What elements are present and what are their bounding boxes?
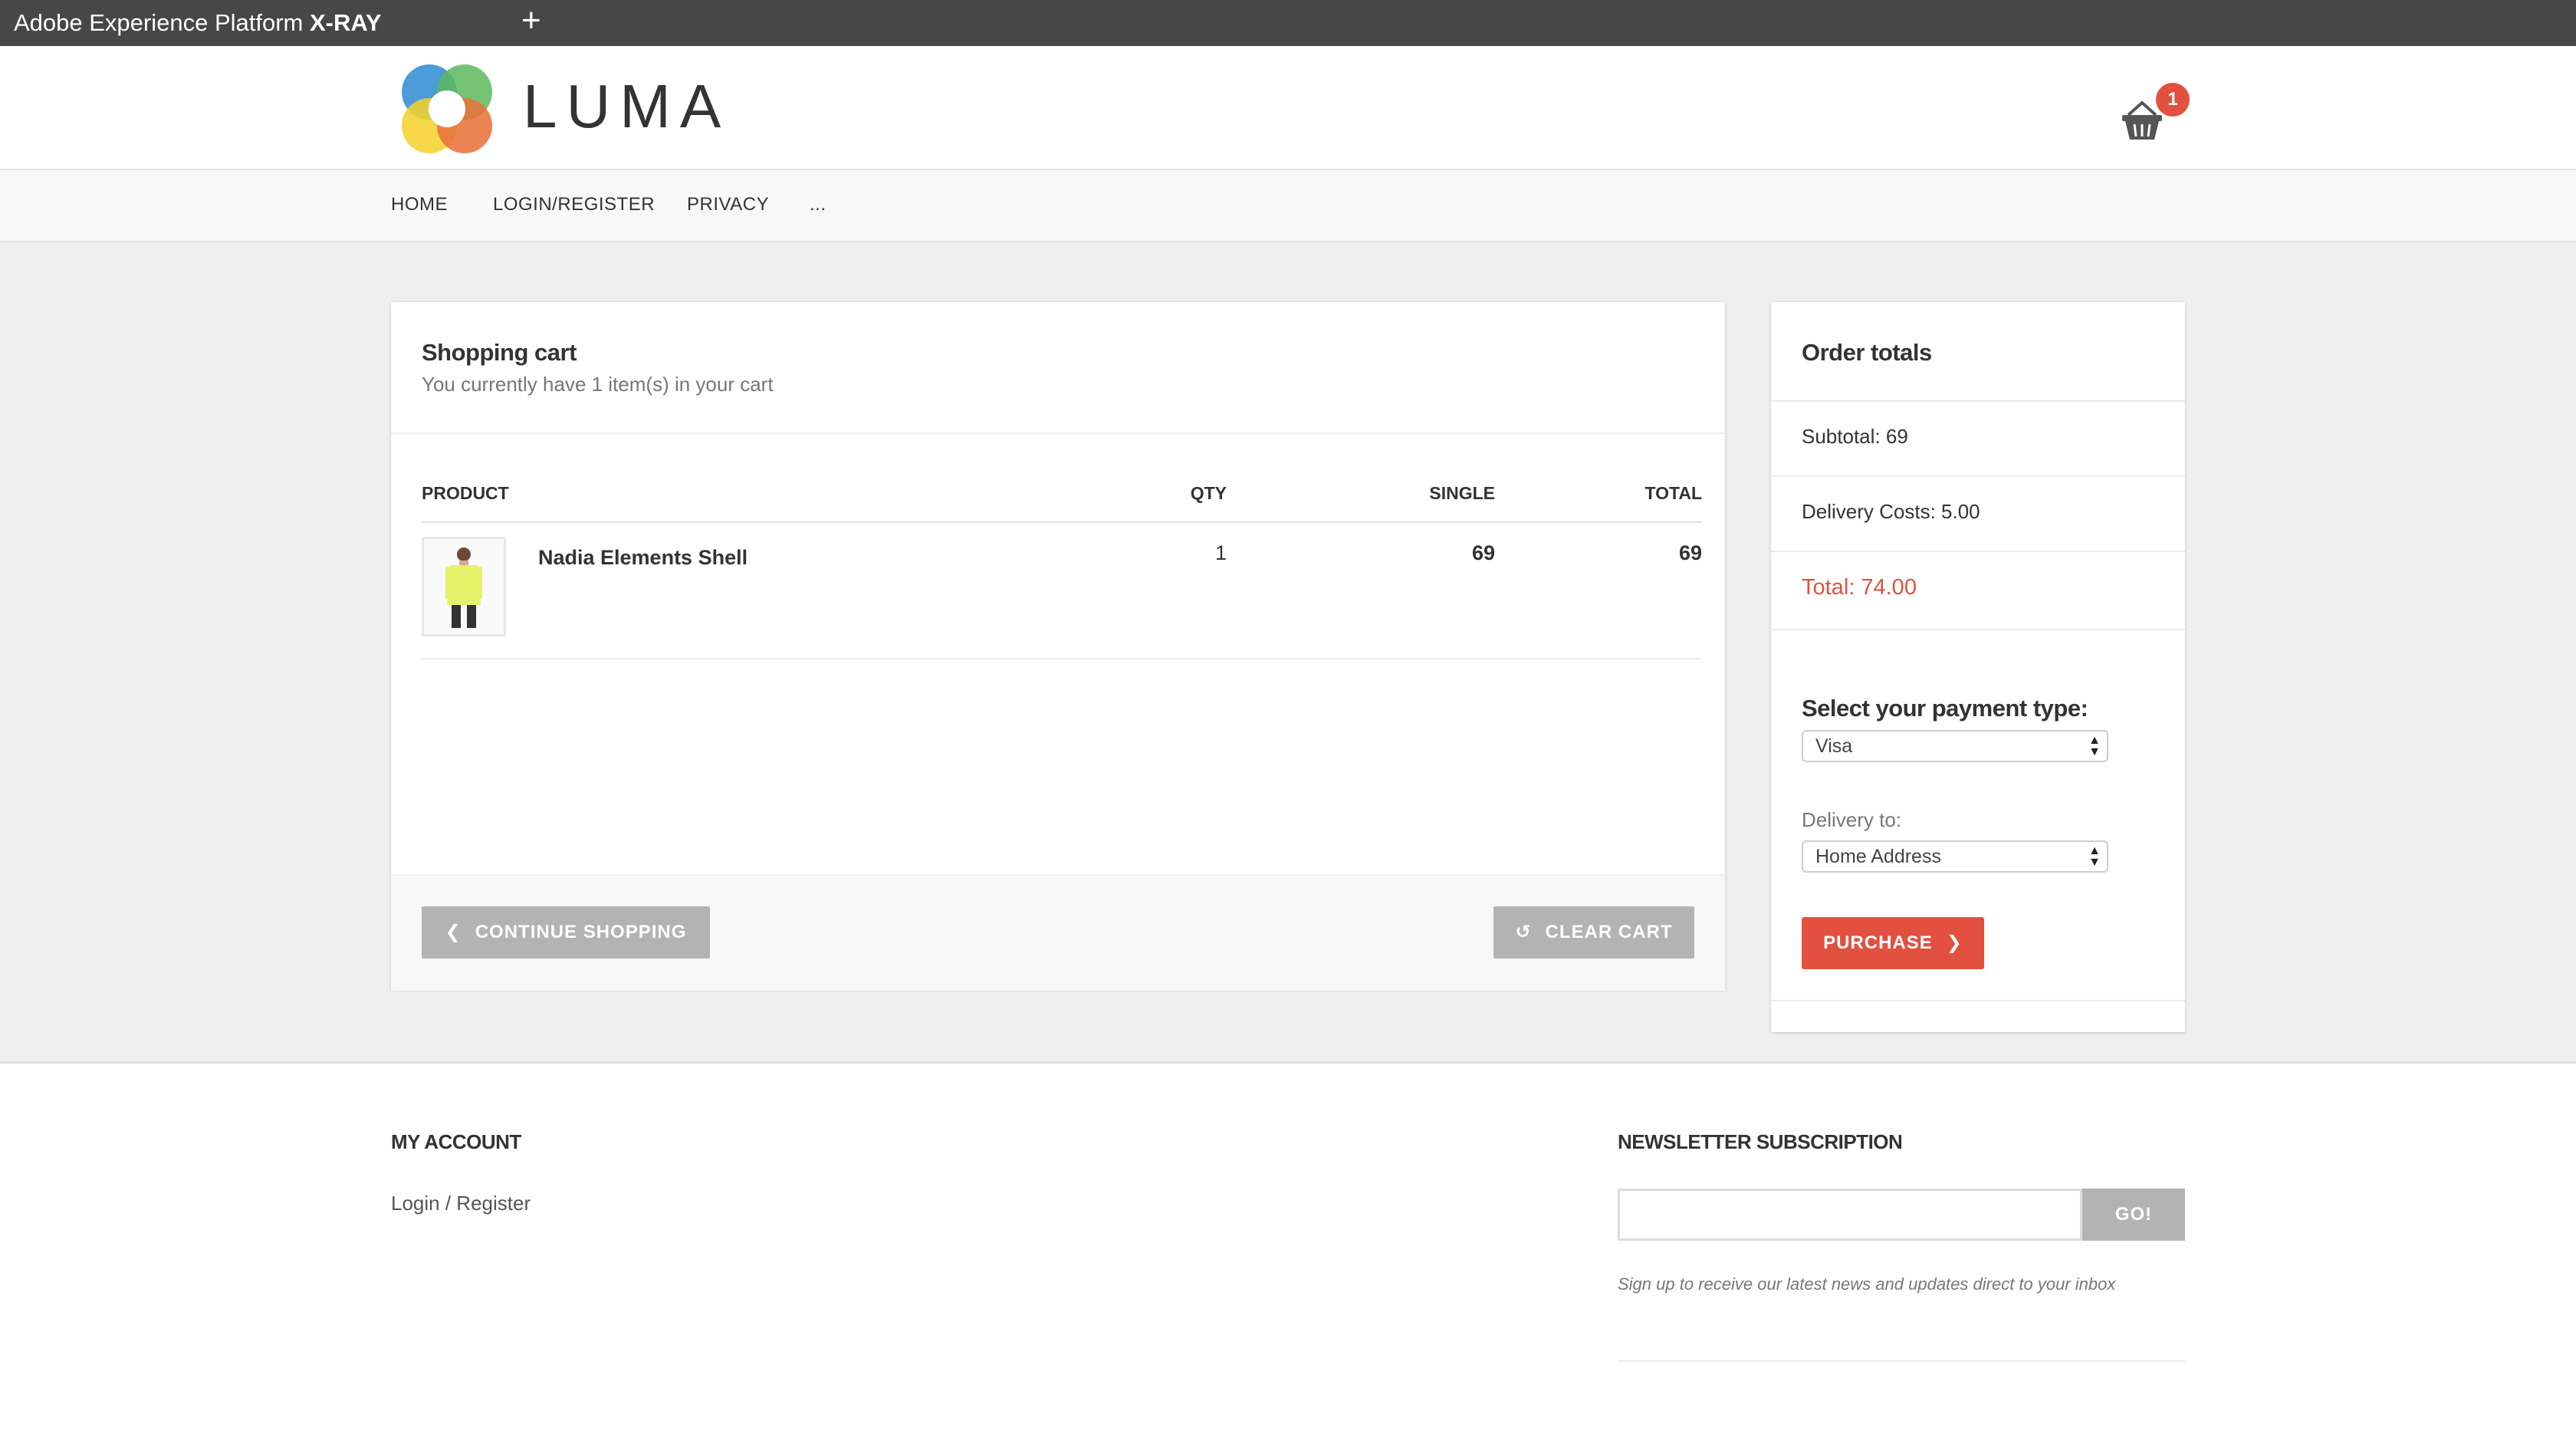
delivery-costs: Delivery Costs: 5.00 xyxy=(1802,500,1980,523)
order-totals-title: Order totals xyxy=(1802,339,1932,366)
column-header-total: TOTAL xyxy=(1644,483,1702,503)
shopping-cart-card: Shopping cart You currently have 1 item(… xyxy=(391,302,1725,991)
payment-type-label: Select your payment type: xyxy=(1802,695,2088,722)
select-arrows-icon: ▲ ▼ xyxy=(2088,844,2101,869)
app-title: Adobe Experience Platform X-RAY xyxy=(14,8,382,38)
chevron-left-icon: ❮ xyxy=(445,922,462,942)
cart-title: Shopping cart xyxy=(422,339,577,366)
delivery-to-select[interactable]: Home Address ▲ ▼ xyxy=(1802,840,2108,873)
divider xyxy=(1771,1000,2185,1001)
divider xyxy=(1771,629,2185,630)
nav-item-privacy[interactable]: PRIVACY xyxy=(687,193,769,216)
app-title-strong: X-RAY xyxy=(310,9,382,36)
undo-icon: ↺ xyxy=(1515,922,1532,942)
product-image-icon xyxy=(445,548,482,628)
row-divider xyxy=(422,658,1702,659)
clear-cart-label: CLEAR CART xyxy=(1545,922,1673,942)
purchase-label: PURCHASE xyxy=(1823,932,1933,953)
footer-divider xyxy=(1618,1360,2185,1362)
divider xyxy=(391,432,1725,434)
cart-footer: ❮ CONTINUE SHOPPING ↺ CLEAR CART xyxy=(391,874,1725,991)
nav-item-home[interactable]: HOME xyxy=(391,193,448,216)
continue-shopping-button[interactable]: ❮ CONTINUE SHOPPING xyxy=(422,906,710,959)
brand-name[interactable]: LUMA xyxy=(523,72,730,141)
product-name[interactable]: Nadia Elements Shell xyxy=(538,546,748,570)
cart-subtitle: You currently have 1 item(s) in your car… xyxy=(422,373,774,396)
main-nav: HOME LOGIN/REGISTER PRIVACY ... xyxy=(0,170,2576,242)
column-header-qty: QTY xyxy=(1190,483,1227,503)
order-total: Total: 74.00 xyxy=(1802,575,1917,600)
footer-login-register-link[interactable]: Login / Register xyxy=(391,1192,531,1215)
subtotal: Subtotal: 69 xyxy=(1802,425,1908,448)
column-header-single: SINGLE xyxy=(1429,483,1495,503)
cart-count-badge: 1 xyxy=(2156,83,2190,117)
newsletter-email-input[interactable] xyxy=(1618,1189,2082,1241)
clear-cart-button[interactable]: ↺ CLEAR CART xyxy=(1493,906,1694,959)
divider xyxy=(1771,400,2185,402)
divider xyxy=(1771,475,2185,477)
top-bar: Adobe Experience Platform X-RAY + xyxy=(0,0,2576,46)
product-single-price: 69 xyxy=(1471,541,1495,564)
new-tab-button[interactable]: + xyxy=(521,2,541,40)
purchase-button[interactable]: PURCHASE ❯ xyxy=(1802,917,1984,969)
product-qty: 1 xyxy=(1214,541,1227,564)
continue-shopping-label: CONTINUE SHOPPING xyxy=(475,922,687,942)
luma-logo-icon[interactable] xyxy=(399,60,495,156)
payment-type-value: Visa xyxy=(1815,735,1853,757)
newsletter-note: Sign up to receive our latest news and u… xyxy=(1618,1274,2116,1294)
divider xyxy=(1771,551,2185,552)
column-header-product: PRODUCT xyxy=(422,483,509,503)
site-header: LUMA 1 xyxy=(0,46,2576,170)
my-account-heading: MY ACCOUNT xyxy=(391,1130,521,1153)
chevron-right-icon: ❯ xyxy=(1946,932,1963,953)
product-total-price: 69 xyxy=(1678,541,1702,564)
delivery-to-label: Delivery to: xyxy=(1802,808,1902,831)
nav-item-login-register[interactable]: LOGIN/REGISTER xyxy=(493,193,655,216)
cart-button[interactable]: 1 xyxy=(2119,83,2193,144)
nav-item-more[interactable]: ... xyxy=(810,193,826,216)
newsletter-heading: NEWSLETTER SUBSCRIPTION xyxy=(1618,1130,1903,1153)
delivery-to-value: Home Address xyxy=(1815,846,1941,867)
product-thumbnail[interactable] xyxy=(422,537,506,636)
app-title-prefix: Adobe Experience Platform xyxy=(14,9,310,36)
newsletter-go-button[interactable]: GO! xyxy=(2082,1189,2185,1241)
header-divider xyxy=(422,521,1702,523)
order-totals-card: Order totals Subtotal: 69 Delivery Costs… xyxy=(1771,302,2185,1032)
select-arrows-icon: ▲ ▼ xyxy=(2088,734,2101,758)
payment-type-select[interactable]: Visa ▲ ▼ xyxy=(1802,730,2108,762)
